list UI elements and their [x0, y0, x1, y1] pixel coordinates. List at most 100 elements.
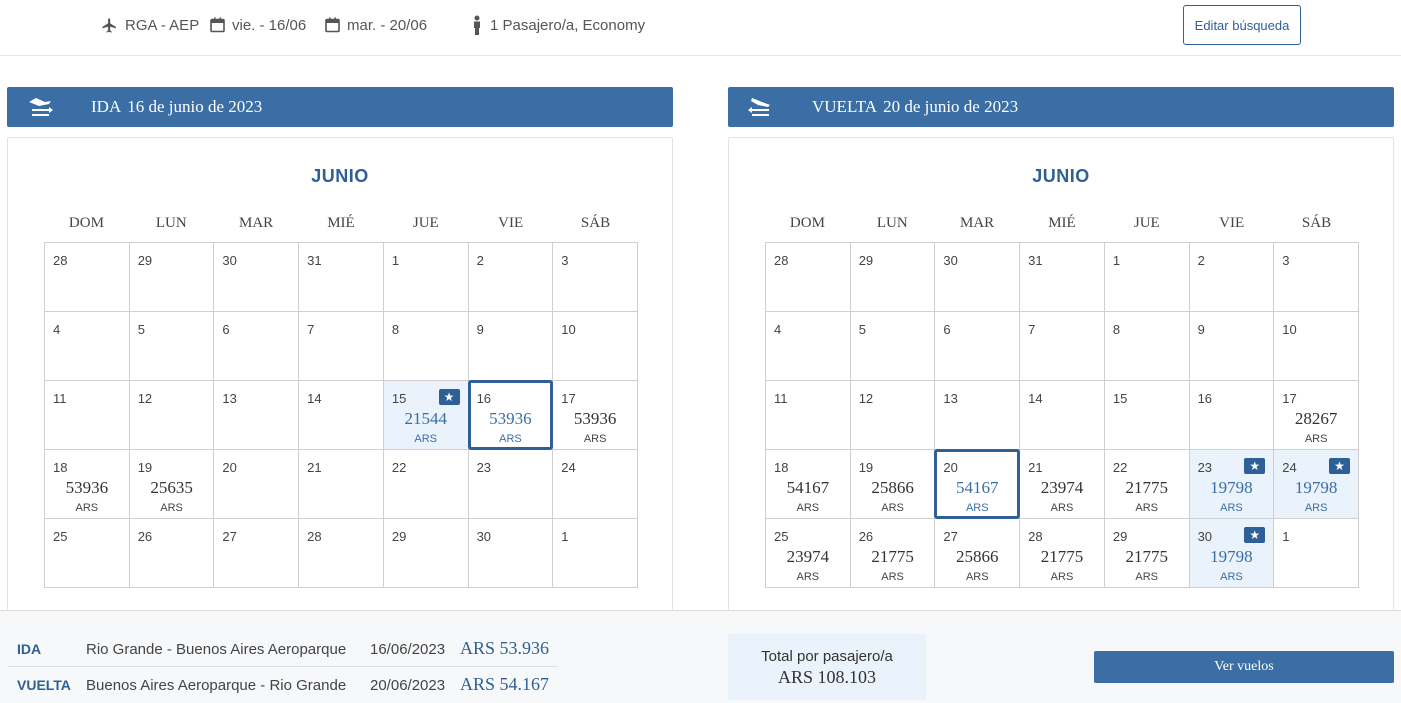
day-number: 3 [561, 253, 569, 268]
day-number: 17 [1282, 391, 1297, 406]
calendar-day[interactable]: 28 21775 ARS [1020, 519, 1105, 588]
calendar-day[interactable]: 17 28267 ARS [1274, 381, 1359, 450]
calendar-day[interactable]: 22 21775 ARS [1104, 450, 1190, 519]
inbound-header: VUELTA 20 de junio de 2023 [728, 87, 1394, 127]
calendar-day[interactable]: 18 53936 ARS [45, 450, 130, 519]
calendar-day[interactable]: 1 [383, 243, 469, 312]
calendar-day[interactable]: 6 [214, 312, 300, 381]
calendar-day[interactable]: 24 ★ 19798 ARS [1274, 450, 1359, 519]
calendar-day[interactable]: 9 [1189, 312, 1275, 381]
calendar-day[interactable]: 13 [935, 381, 1021, 450]
calendar-day[interactable]: 4 [45, 312, 130, 381]
day-currency: ARS [414, 433, 438, 445]
day-currency: ARS [965, 502, 989, 514]
calendar-day[interactable]: 31 [1020, 243, 1105, 312]
day-currency: ARS [75, 502, 99, 514]
calendar-day[interactable]: 20 54167 ARS [934, 449, 1021, 519]
calendar-day[interactable]: 21 23974 ARS [1020, 450, 1105, 519]
calendar-day[interactable]: 5 [850, 312, 936, 381]
calendar-day[interactable]: 11 [45, 381, 130, 450]
calendar-day[interactable]: 29 [129, 243, 215, 312]
plane-icon [102, 17, 116, 33]
calendar-day[interactable]: 19 25866 ARS [850, 450, 936, 519]
calendar-day[interactable]: 29 [850, 243, 936, 312]
calendar-day[interactable]: 20 [214, 450, 300, 519]
calendar-day[interactable]: 8 [383, 312, 469, 381]
calendar-day[interactable]: 23 [468, 450, 554, 519]
calendar-day[interactable]: 29 21775 ARS [1104, 519, 1190, 588]
day-number: 29 [858, 253, 874, 268]
day-number: 14 [1028, 391, 1043, 406]
calendar-day[interactable]: 5 [129, 312, 215, 381]
calendar-day[interactable]: 31 [299, 243, 384, 312]
star-ticket-icon: ★ [1244, 458, 1266, 474]
calendar-day[interactable]: 17 53936 ARS [553, 381, 638, 450]
calendar-day[interactable]: 11 [766, 381, 851, 450]
day-currency: ARS [1050, 502, 1074, 514]
calendar-day[interactable]: 10 [553, 312, 638, 381]
calendar-day[interactable]: 4 [766, 312, 851, 381]
calendar-icon [210, 17, 225, 33]
calendar-day[interactable]: 18 54167 ARS [766, 450, 851, 519]
calendar-day[interactable]: 8 [1104, 312, 1190, 381]
calendar-day[interactable]: 2 [1189, 243, 1275, 312]
edit-search-button[interactable]: Editar búsqueda [1183, 5, 1301, 45]
day-currency: ARS [881, 571, 904, 583]
calendar-day[interactable]: 23 ★ 19798 ARS [1189, 450, 1275, 519]
calendar-day[interactable]: 24 [553, 450, 638, 519]
calendar-day[interactable]: 1 [553, 519, 638, 588]
calendar-day[interactable]: 21 [299, 450, 384, 519]
calendar-day[interactable]: 1 [1104, 243, 1190, 312]
calendar-day[interactable]: 30 [468, 519, 554, 588]
calendar-day[interactable]: 13 [214, 381, 300, 450]
calendar-day[interactable]: 14 [299, 381, 384, 450]
calendar-day[interactable]: 25 [45, 519, 130, 588]
calendar-day[interactable]: 6 [935, 312, 1021, 381]
calendar-day[interactable]: 19 25635 ARS [129, 450, 215, 519]
day-number: 30 [476, 529, 492, 544]
calendar-day[interactable]: 30 [214, 243, 300, 312]
calendar-day[interactable]: 26 [129, 519, 215, 588]
calendar-day[interactable]: 30 ★ 19798 ARS [1189, 519, 1275, 588]
calendar-day[interactable]: 16 53936 ARS [467, 380, 554, 450]
calendar-day[interactable]: 27 [214, 519, 300, 588]
day-number: 21 [1028, 460, 1043, 475]
calendar-day[interactable]: 3 [1274, 243, 1359, 312]
calendar-day[interactable]: 7 [299, 312, 384, 381]
calendar-day[interactable]: 26 21775 ARS [850, 519, 936, 588]
return-date-info: mar. - 20/06 [325, 15, 427, 35]
calendar-day[interactable]: 16 [1189, 381, 1275, 450]
calendar-day[interactable]: 7 [1020, 312, 1105, 381]
view-flights-button[interactable]: Ver vuelos [1094, 651, 1394, 683]
star-ticket-icon: ★ [1329, 458, 1350, 474]
calendar-day[interactable]: 14 [1020, 381, 1105, 450]
calendar-day[interactable]: 12 [129, 381, 215, 450]
calendar-day[interactable]: 28 [766, 243, 851, 312]
day-number: 26 [858, 529, 874, 544]
day-price: 21775 [1125, 478, 1168, 497]
day-price: 23974 [1040, 478, 1084, 497]
calendar-day[interactable]: 30 [935, 243, 1021, 312]
calendar-day[interactable]: 2 [468, 243, 554, 312]
calendar-day[interactable]: 12 [850, 381, 936, 450]
calendar-day[interactable]: 29 [383, 519, 469, 588]
weekday-label: DOM [789, 215, 825, 231]
calendar-day[interactable]: 15 ★ 21544 ARS [383, 381, 469, 450]
day-number: 12 [858, 391, 874, 406]
calendar-icon [325, 17, 340, 33]
calendar-day[interactable]: 25 23974 ARS [766, 519, 851, 588]
calendar-day[interactable]: 28 [45, 243, 130, 312]
calendar-day[interactable]: 28 [299, 519, 384, 588]
summary-label: VUELTA [17, 677, 71, 693]
calendar-day[interactable]: 10 [1274, 312, 1359, 381]
calendar-day[interactable]: 3 [553, 243, 638, 312]
calendar-day[interactable]: 1 [1274, 519, 1359, 588]
calendar-day[interactable]: 27 25866 ARS [935, 519, 1021, 588]
weekday-label: VIE [1219, 215, 1245, 231]
calendar-day[interactable]: 15 [1104, 381, 1190, 450]
weekday-label: LUN [876, 215, 908, 231]
calendar-day[interactable]: 9 [468, 312, 554, 381]
day-number: 4 [53, 322, 61, 337]
day-number: 29 [1112, 529, 1128, 544]
calendar-day[interactable]: 22 [383, 450, 469, 519]
